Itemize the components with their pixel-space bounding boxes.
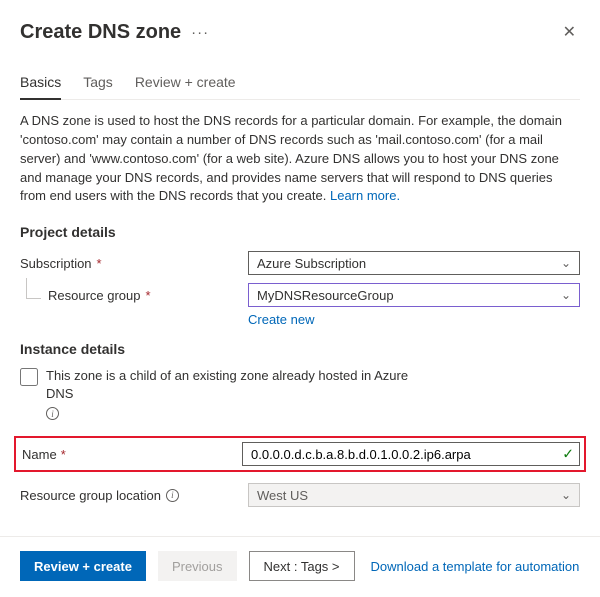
page-title: Create DNS zone [20, 21, 181, 44]
location-label: Resource group location i [20, 488, 248, 503]
check-icon: ✓ [562, 446, 574, 463]
review-create-button[interactable]: Review + create [20, 551, 146, 581]
tab-bar: Basics Tags Review + create [20, 74, 580, 100]
close-icon[interactable]: ✕ [559, 18, 580, 46]
resource-group-label: Resource group* [20, 288, 248, 303]
more-icon[interactable]: ··· [191, 24, 209, 41]
chevron-down-icon: ⌄ [561, 256, 571, 270]
previous-button: Previous [158, 551, 237, 581]
name-input[interactable] [242, 442, 580, 466]
create-new-link[interactable]: Create new [248, 312, 314, 327]
name-label: Name* [20, 447, 242, 462]
subscription-value: Azure Subscription [257, 256, 366, 271]
tab-basics[interactable]: Basics [20, 74, 61, 100]
tab-tags[interactable]: Tags [83, 74, 113, 99]
chevron-down-icon: ⌄ [561, 488, 571, 502]
chevron-down-icon: ⌄ [561, 288, 571, 302]
resource-group-value: MyDNSResourceGroup [257, 288, 394, 303]
resource-group-select[interactable]: MyDNSResourceGroup ⌄ [248, 283, 580, 307]
download-template-link[interactable]: Download a template for automation [371, 559, 580, 574]
info-icon[interactable]: i [46, 407, 59, 420]
learn-more-link[interactable]: Learn more. [330, 188, 400, 203]
subscription-select[interactable]: Azure Subscription ⌄ [248, 251, 580, 275]
subscription-label: Subscription* [20, 256, 248, 271]
instance-details-heading: Instance details [20, 341, 580, 357]
child-zone-checkbox[interactable] [20, 368, 38, 386]
info-icon[interactable]: i [166, 489, 179, 502]
project-details-heading: Project details [20, 224, 580, 240]
description-body: A DNS zone is used to host the DNS recor… [20, 113, 562, 203]
location-value: West US [257, 488, 308, 503]
description-text: A DNS zone is used to host the DNS recor… [20, 112, 580, 206]
child-zone-label: This zone is a child of an existing zone… [46, 367, 426, 420]
location-select: West US ⌄ [248, 483, 580, 507]
next-button[interactable]: Next : Tags > [249, 551, 355, 581]
name-row-highlight: Name* ✓ [14, 436, 586, 472]
tab-review-create[interactable]: Review + create [135, 74, 236, 99]
footer-bar: Review + create Previous Next : Tags > D… [20, 551, 580, 581]
